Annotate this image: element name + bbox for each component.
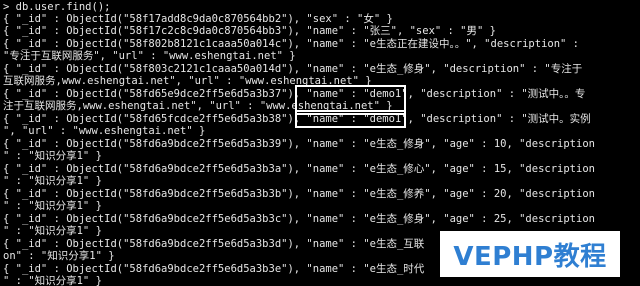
terminal-line: " : "知识分享1" } xyxy=(3,175,102,187)
terminal-line: 互联网服务,www.eshengtai.net", "url" : "www.e… xyxy=(3,75,372,87)
terminal-line: " : "知识分享1" } xyxy=(3,200,102,212)
terminal-line: { "_id" : ObjectId("58f17c2c8c9da0c87056… xyxy=(3,25,496,37)
terminal-line: ", "url" : "www.eshengtai.net" } xyxy=(3,125,206,137)
watermark-text: VEPHP教程 xyxy=(453,241,607,272)
watermark: VEPHP教程 xyxy=(440,231,620,277)
terminal-line: 注于互联网服务,www.eshengtai.net", "url" : "www… xyxy=(3,100,393,112)
terminal-line: " : "知识分享1" } xyxy=(3,150,102,162)
terminal-line: "专注于互联网服务", "url" : "www.eshengtai.net" … xyxy=(3,50,296,62)
